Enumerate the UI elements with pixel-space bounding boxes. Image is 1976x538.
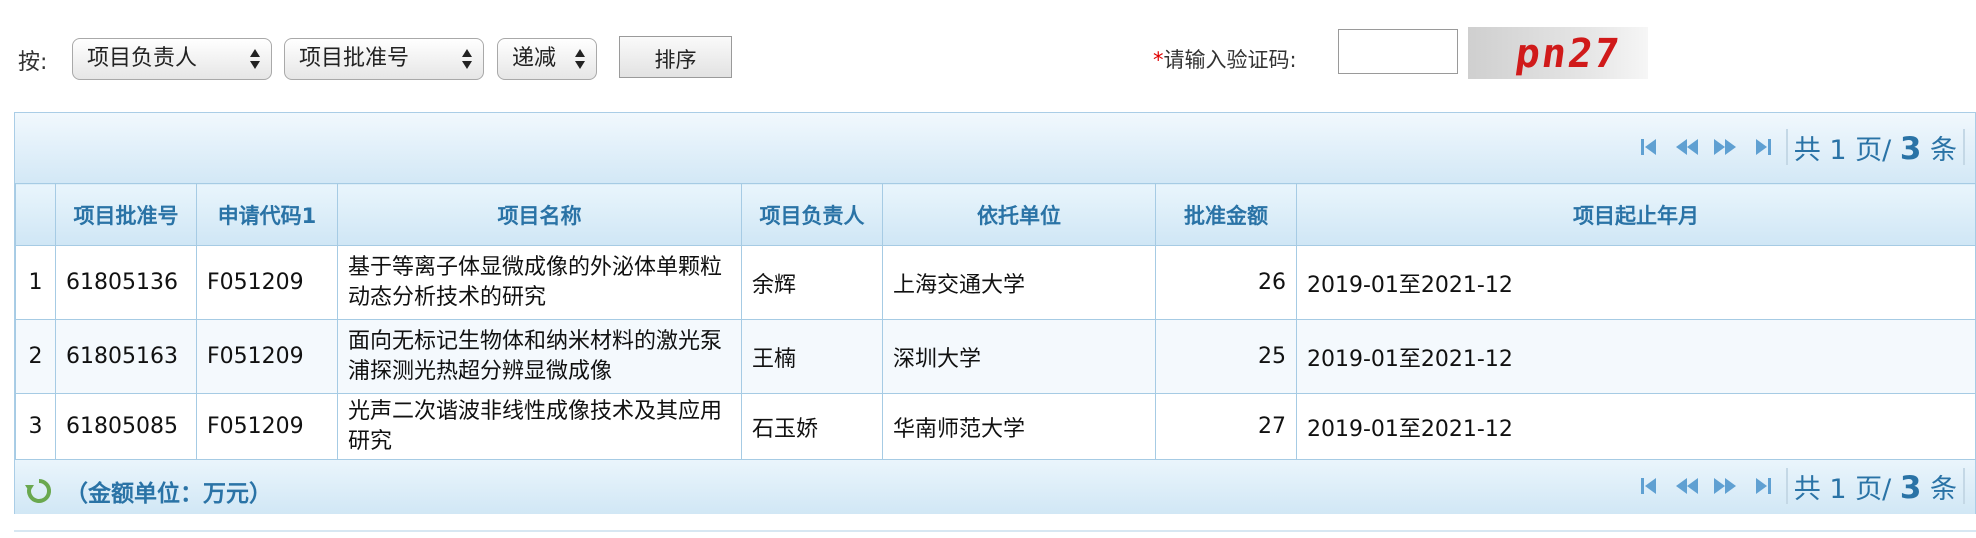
project-name-cell[interactable]: 基于等离子体显微成像的外泌体单颗粒动态分析技术的研究 [337, 245, 742, 320]
application-code-cell: F051209 [196, 319, 338, 394]
updown-arrows-icon [575, 49, 585, 69]
leader-cell: 余辉 [741, 245, 883, 320]
period-cell: 2019-01至2021-12 [1296, 245, 1976, 320]
filter-bar: 按: 项目负责人 项目批准号 递减 排序 *请输入验证码: pn27 [0, 0, 1976, 110]
first-page-icon[interactable] [1636, 136, 1662, 158]
pager-summary: 共 1 页/ 3 条 [1794, 128, 1957, 167]
column-header[interactable]: 项目负责人 [741, 183, 883, 246]
amount-cell: 27 [1155, 393, 1297, 460]
pages-suffix: 页/ [1855, 473, 1892, 505]
institution-cell: 深圳大学 [882, 319, 1156, 394]
amount-unit-note: （金额单位：万元） [25, 474, 272, 508]
required-mark: * [1153, 48, 1164, 72]
amount-cell: 26 [1155, 245, 1297, 320]
table-row[interactable]: 2 61805163 F051209 面向无标记生物体和纳米材料的激光泵浦探测光… [15, 319, 1976, 394]
prev-page-icon[interactable] [1674, 475, 1700, 497]
sort-by-label: 按: [18, 50, 48, 75]
pager: 共 1 页/ 3 条 [1630, 127, 1965, 167]
secondary-field-value: 项目批准号 [299, 46, 410, 71]
column-header[interactable]: 项目名称 [337, 183, 742, 246]
prev-page-icon[interactable] [1674, 136, 1700, 158]
row-index: 3 [15, 393, 56, 460]
approval-number-cell: 61805085 [55, 393, 197, 460]
record-count: 3 [1899, 469, 1922, 506]
results-table: 项目批准号 申请代码1 项目名称 项目负责人 依托单位 批准金额 项目起止年月 … [15, 183, 1976, 460]
secondary-field-select[interactable]: 项目批准号 [284, 38, 484, 80]
leader-cell: 王楠 [741, 319, 883, 394]
project-name-cell[interactable]: 光声二次谐波非线性成像技术及其应用研究 [337, 393, 742, 460]
institution-cell: 华南师范大学 [882, 393, 1156, 460]
column-header[interactable]: 项目批准号 [55, 183, 197, 246]
page-count: 1 [1829, 473, 1847, 505]
pager-divider [1785, 129, 1788, 165]
pager-prefix: 共 [1793, 134, 1821, 166]
sort-button[interactable]: 排序 [619, 36, 732, 78]
column-header[interactable]: 申请代码1 [196, 183, 338, 246]
period-cell: 2019-01至2021-12 [1296, 319, 1976, 394]
pager-divider [1963, 468, 1965, 504]
sort-field-value: 项目负责人 [87, 46, 198, 71]
bottom-divider [14, 530, 1976, 532]
last-page-icon[interactable] [1750, 136, 1776, 158]
records-suffix: 条 [1930, 134, 1957, 166]
pager-top: 共 1 页/ 3 条 [15, 113, 1975, 183]
next-page-icon[interactable] [1712, 136, 1738, 158]
column-header[interactable]: 批准金额 [1155, 183, 1297, 246]
records-suffix: 条 [1930, 473, 1957, 505]
application-code-cell: F051209 [196, 245, 338, 320]
approval-number-cell: 61805136 [55, 245, 197, 320]
sort-order-value: 递减 [512, 46, 557, 71]
column-header-index [15, 183, 56, 246]
column-header[interactable]: 项目起止年月 [1296, 183, 1976, 246]
updown-arrows-icon [462, 49, 472, 69]
institution-cell: 上海交通大学 [882, 245, 1156, 320]
column-header[interactable]: 依托单位 [882, 183, 1156, 246]
refresh-icon[interactable] [25, 477, 53, 505]
pages-suffix: 页/ [1855, 134, 1892, 166]
row-index: 2 [15, 319, 56, 394]
pager-bottom: （金额单位：万元） 共 1 页/ 3 条 [15, 459, 1975, 514]
amount-cell: 25 [1155, 319, 1297, 394]
project-name-cell[interactable]: 面向无标记生物体和纳米材料的激光泵浦探测光热超分辨显微成像 [337, 319, 742, 394]
pager-prefix: 共 [1793, 473, 1821, 505]
captcha-input[interactable] [1338, 29, 1458, 74]
sort-order-select[interactable]: 递减 [497, 38, 597, 80]
leader-cell: 石玉娇 [741, 393, 883, 460]
captcha-label-text: 请输入验证码: [1163, 48, 1297, 72]
pager-divider [1963, 129, 1965, 165]
record-count: 3 [1899, 130, 1922, 167]
captcha-image-text: pn27 [1512, 31, 1624, 77]
pager: 共 1 页/ 3 条 [1630, 466, 1965, 506]
table-header-row: 项目批准号 申请代码1 项目名称 项目负责人 依托单位 批准金额 项目起止年月 [15, 183, 1976, 246]
amount-unit-text: （金额单位：万元） [65, 481, 272, 507]
first-page-icon[interactable] [1636, 475, 1662, 497]
next-page-icon[interactable] [1712, 475, 1738, 497]
table-row[interactable]: 3 61805085 F051209 光声二次谐波非线性成像技术及其应用研究 石… [15, 393, 1976, 460]
approval-number-cell: 61805163 [55, 319, 197, 394]
pager-summary: 共 1 页/ 3 条 [1794, 467, 1957, 506]
period-cell: 2019-01至2021-12 [1296, 393, 1976, 460]
page-count: 1 [1829, 134, 1847, 166]
table-row[interactable]: 1 61805136 F051209 基于等离子体显微成像的外泌体单颗粒动态分析… [15, 245, 1976, 320]
captcha-image[interactable]: pn27 [1468, 27, 1648, 79]
sort-field-select[interactable]: 项目负责人 [72, 38, 272, 80]
last-page-icon[interactable] [1750, 475, 1776, 497]
pager-divider [1785, 468, 1788, 504]
application-code-cell: F051209 [196, 393, 338, 460]
row-index: 1 [15, 245, 56, 320]
results-panel: 共 1 页/ 3 条 项目批准号 申请代码1 项目名称 项目负责人 依托单位 批… [14, 112, 1976, 514]
updown-arrows-icon [250, 49, 260, 69]
captcha-label: *请输入验证码: [1153, 44, 1297, 74]
